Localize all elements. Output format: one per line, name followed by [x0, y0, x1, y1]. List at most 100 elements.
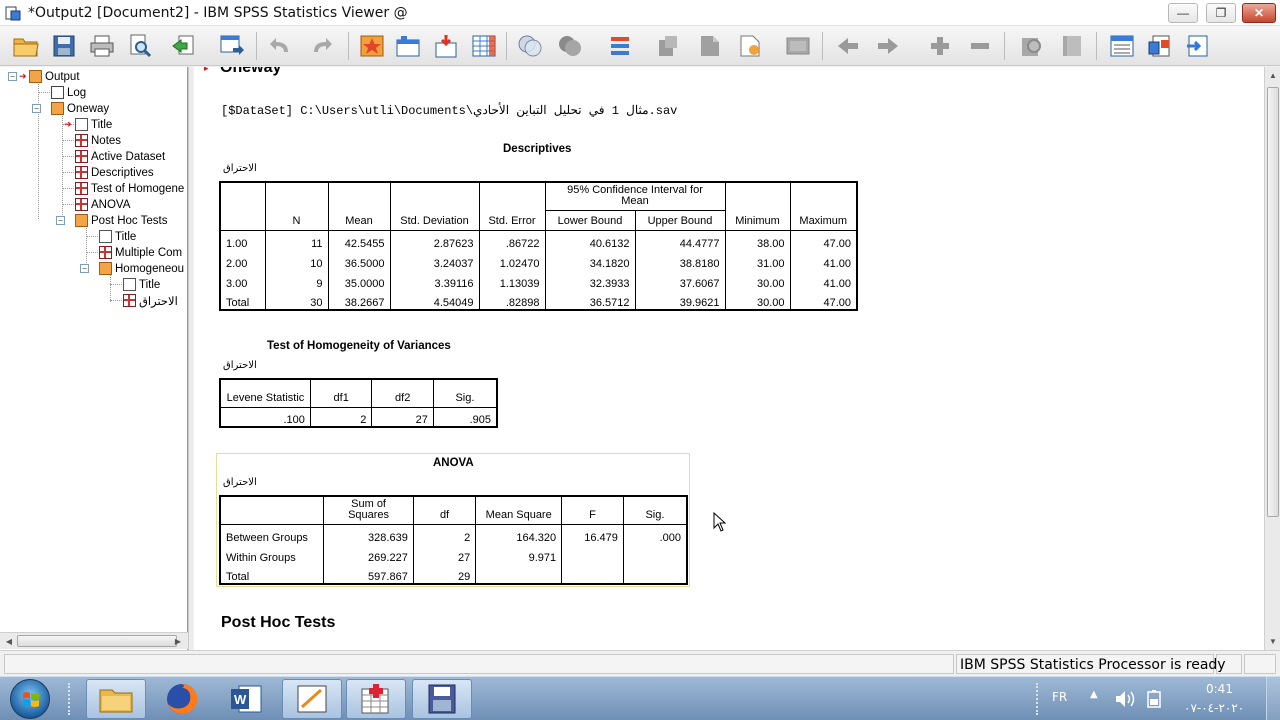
- export-icon[interactable]: [170, 32, 198, 60]
- taskbar-firefox[interactable]: [152, 679, 212, 719]
- tree-item-label: Homogeneou: [115, 262, 185, 275]
- select-cases-icon[interactable]: [556, 32, 584, 60]
- cell-max: 47.00: [789, 290, 858, 310]
- taskbar-spss-data[interactable]: [412, 679, 472, 719]
- scroll-left-icon[interactable]: ◀: [1, 633, 17, 649]
- weight-icon[interactable]: [606, 32, 634, 60]
- forward-arrow-icon[interactable]: [874, 32, 902, 60]
- descriptives-table[interactable]: N Mean Std. Deviation Std. Error 95% Con…: [219, 181, 858, 311]
- tree-item-label: Test of Homogene: [91, 182, 185, 195]
- variables-icon[interactable]: [432, 32, 460, 60]
- scroll-up-icon[interactable]: ▲: [1265, 67, 1280, 83]
- taskbar-spss[interactable]: [282, 679, 342, 719]
- firefox-icon: [167, 683, 198, 714]
- tree-item-anova[interactable]: ANOVA: [75, 197, 130, 212]
- insert-text-icon[interactable]: [1184, 32, 1212, 60]
- cell-mean: 42.5455: [327, 230, 391, 250]
- scroll-down-icon[interactable]: ▼: [1265, 633, 1280, 649]
- pivot-icon[interactable]: [516, 32, 544, 60]
- tree-item-ihtiraq[interactable]: الاحتراق: [123, 293, 178, 308]
- insert-table-icon[interactable]: [470, 32, 498, 60]
- clock-time[interactable]: 0:41: [1206, 682, 1233, 696]
- collapse-icon[interactable]: [966, 32, 994, 60]
- tree-item-title[interactable]: Title: [75, 117, 112, 132]
- show-hidden-icons-icon[interactable]: ▲: [1090, 689, 1098, 700]
- log-icon: [51, 86, 64, 99]
- homogeneity-table[interactable]: Levene Statistic df1 df2 Sig. .100 2 27 …: [219, 378, 498, 428]
- cell-min: 30.00: [724, 270, 791, 290]
- tree-item-label: Notes: [91, 134, 122, 147]
- scroll-thumb[interactable]: [17, 635, 177, 647]
- open-icon[interactable]: [12, 32, 40, 60]
- hide-icon[interactable]: [1058, 32, 1086, 60]
- table-icon: [99, 246, 112, 259]
- col-header-lower-bound: Lower Bound: [544, 209, 636, 231]
- goto-variable-icon[interactable]: [394, 32, 422, 60]
- col-header-df2: df2: [371, 379, 434, 408]
- tree-item-descriptives[interactable]: Descriptives: [75, 165, 154, 180]
- collapse-oneway-toggle[interactable]: −: [32, 104, 41, 113]
- tree-item-post-hoc-tests[interactable]: Post Hoc Tests: [75, 213, 168, 228]
- language-indicator[interactable]: FR: [1052, 690, 1067, 704]
- tree-item-output[interactable]: Output: [29, 69, 80, 84]
- outline-horizontal-scrollbar[interactable]: ◀ ▶: [0, 632, 188, 649]
- cell-upper-bound: 44.4777: [634, 230, 726, 250]
- dataset-line[interactable]: [$DataSet] C:\Users\utli\Documents\مثال …: [221, 103, 677, 118]
- tree-item-log[interactable]: Log: [51, 85, 86, 100]
- collapse-output-toggle[interactable]: −: [8, 72, 17, 81]
- value-labels-icon[interactable]: [654, 32, 682, 60]
- redo-icon[interactable]: [308, 32, 336, 60]
- cell-std-err: 1.13039: [478, 270, 546, 290]
- tree-item-test-homogeneity[interactable]: Test of Homogene: [75, 181, 184, 196]
- scroll-thumb[interactable]: [1267, 87, 1279, 517]
- minimize-button[interactable]: —: [1168, 3, 1198, 23]
- tree-item-notes[interactable]: Notes: [75, 133, 121, 148]
- collapse-post-hoc-toggle[interactable]: −: [56, 216, 65, 225]
- battery-icon[interactable]: [1144, 689, 1164, 709]
- tree-item-label: Oneway: [67, 102, 110, 115]
- tree-item-title[interactable]: Title: [123, 277, 160, 292]
- save-icon[interactable]: [50, 32, 78, 60]
- insert-title-icon[interactable]: [1146, 32, 1174, 60]
- print-icon[interactable]: [88, 32, 116, 60]
- table-row: 2.00 10 36.5000 3.24037 1.02470 34.1820 …: [219, 250, 858, 270]
- expand-icon[interactable]: [926, 32, 954, 60]
- back-arrow-icon[interactable]: [834, 32, 862, 60]
- taskbar-explorer[interactable]: [86, 679, 146, 719]
- table-icon: [75, 150, 88, 163]
- designate-window-icon[interactable]: [736, 32, 764, 60]
- tree-item-oneway[interactable]: Oneway: [51, 101, 109, 116]
- show-icon[interactable]: [1018, 32, 1046, 60]
- show-all-icon[interactable]: [696, 32, 724, 60]
- anova-dependent-var: الاحتراق: [223, 477, 257, 488]
- tree-item-active-dataset[interactable]: Active Dataset: [75, 149, 165, 164]
- content-vertical-scrollbar[interactable]: ▲ ▼: [1264, 67, 1280, 650]
- cell-min: 31.00: [724, 250, 791, 270]
- volume-icon[interactable]: [1114, 689, 1136, 709]
- post-hoc-heading[interactable]: Post Hoc Tests: [221, 614, 335, 632]
- start-button[interactable]: [10, 679, 50, 719]
- clock-date[interactable]: ٢٠٢٠-٠٤-٠٧: [1184, 701, 1244, 715]
- print-preview-icon[interactable]: [126, 32, 154, 60]
- anova-table[interactable]: Sum of Squares df Mean Square F Sig. Bet…: [219, 495, 688, 585]
- table-row: Total 597.867 29: [219, 564, 688, 584]
- scroll-right-icon[interactable]: ▶: [170, 633, 186, 649]
- oneway-heading[interactable]: Oneway: [220, 67, 281, 77]
- pane-splitter[interactable]: [188, 67, 193, 650]
- book-icon: [51, 102, 64, 115]
- tree-item-title[interactable]: Title: [99, 229, 136, 244]
- taskbar-word[interactable]: W: [216, 679, 276, 719]
- processor-status: IBM SPSS Statistics Processor is ready: [960, 657, 1226, 673]
- close-button[interactable]: ✕: [1242, 3, 1276, 23]
- restore-button[interactable]: ❐: [1206, 3, 1236, 23]
- goto-case-icon[interactable]: [358, 32, 386, 60]
- insert-heading-icon[interactable]: [1108, 32, 1136, 60]
- collapse-homogeneous-toggle[interactable]: −: [80, 264, 89, 273]
- show-desktop-button[interactable]: [1266, 677, 1280, 720]
- taskbar-spss-output[interactable]: [346, 679, 406, 719]
- recall-dialog-icon[interactable]: [218, 32, 246, 60]
- promote-icon[interactable]: [784, 32, 812, 60]
- tree-item-multiple-comparisons[interactable]: Multiple Com: [99, 245, 182, 260]
- tree-item-homogeneous-subsets[interactable]: Homogeneou: [99, 261, 184, 276]
- undo-icon[interactable]: [266, 32, 294, 60]
